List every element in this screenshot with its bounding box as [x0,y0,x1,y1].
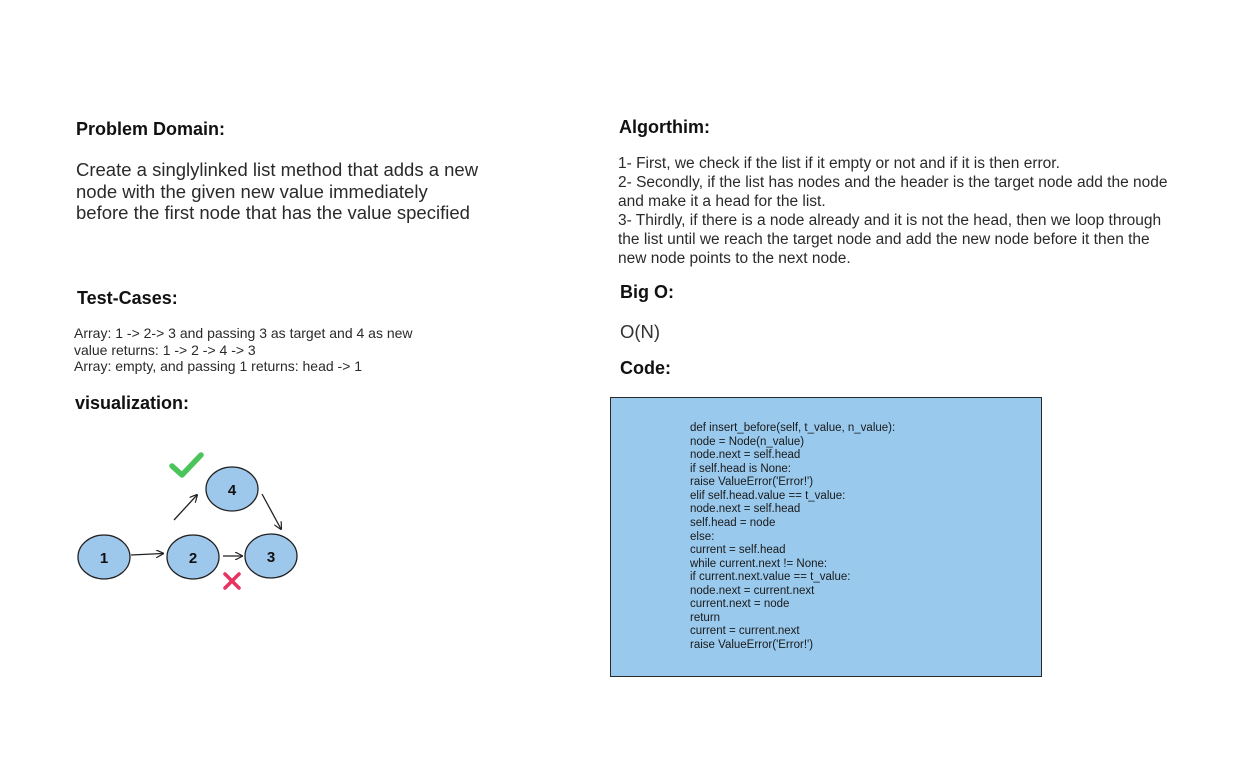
algorithm-line: 3- Thirdly, if there is a node already a… [618,212,1162,229]
code-title: Code: [620,358,671,378]
algorithm-title: Algorthim: [619,117,710,137]
code-line: node = Node(n_value) [690,435,805,448]
code-line: if current.next.value == t_value: [690,571,851,584]
code-text: def insert_before(self, t_value, n_value… [690,422,895,653]
node-3: 3 [244,533,298,579]
code-line: return [690,611,721,624]
arrow-4-to-3 [261,493,281,529]
code-line: raise ValueError('Error!') [690,476,814,489]
algorithm-line: 2- Secondly, if the list has nodes and t… [618,174,1168,191]
algorithm-line: 1- First, we check if the list if it emp… [618,155,1060,172]
code-line: node.next = self.head [690,449,801,462]
node-4: 4 [205,466,259,512]
code-line: else: [690,530,715,543]
code-block: def insert_before(self, t_value, n_value… [610,397,1042,677]
code-line: node.next = current.next [690,584,815,597]
algorithm-line: the list until we reach the target node … [618,231,1150,248]
big-o-title: Big O: [620,282,674,302]
code-line: elif self.head.value == t_value: [690,489,846,502]
code-line: def insert_before(self, t_value, n_value… [690,422,896,434]
code-line: if self.head is None: [690,462,792,475]
arrow-2-to-4 [173,495,197,521]
code-line: current = self.head [690,544,786,557]
algorithm-line: and make it a head for the list. [618,193,826,210]
code-line: raise ValueError('Error!') [690,639,814,651]
node-2-label: 2 [189,550,197,567]
node-1-label: 1 [100,550,108,567]
node-3-label: 3 [267,549,275,566]
algorithm-text: 1- First, we check if the list if it emp… [618,154,1168,268]
code-line: current.next = node [690,598,790,611]
code-line: current = current.next [690,625,800,638]
check-icon [169,452,204,478]
big-o-value: O(N) [620,321,661,342]
cross-icon [223,572,241,590]
node-4-label: 4 [228,482,237,499]
code-line: node.next = self.head [690,503,801,516]
algorithm-line: new node points to the next node. [618,250,851,267]
code-line: while current.next != None: [690,557,828,570]
code-line: self.head = node [690,516,776,529]
node-1: 1 [77,534,131,580]
arrow-1-to-2 [130,554,163,556]
node-2: 2 [166,534,220,580]
